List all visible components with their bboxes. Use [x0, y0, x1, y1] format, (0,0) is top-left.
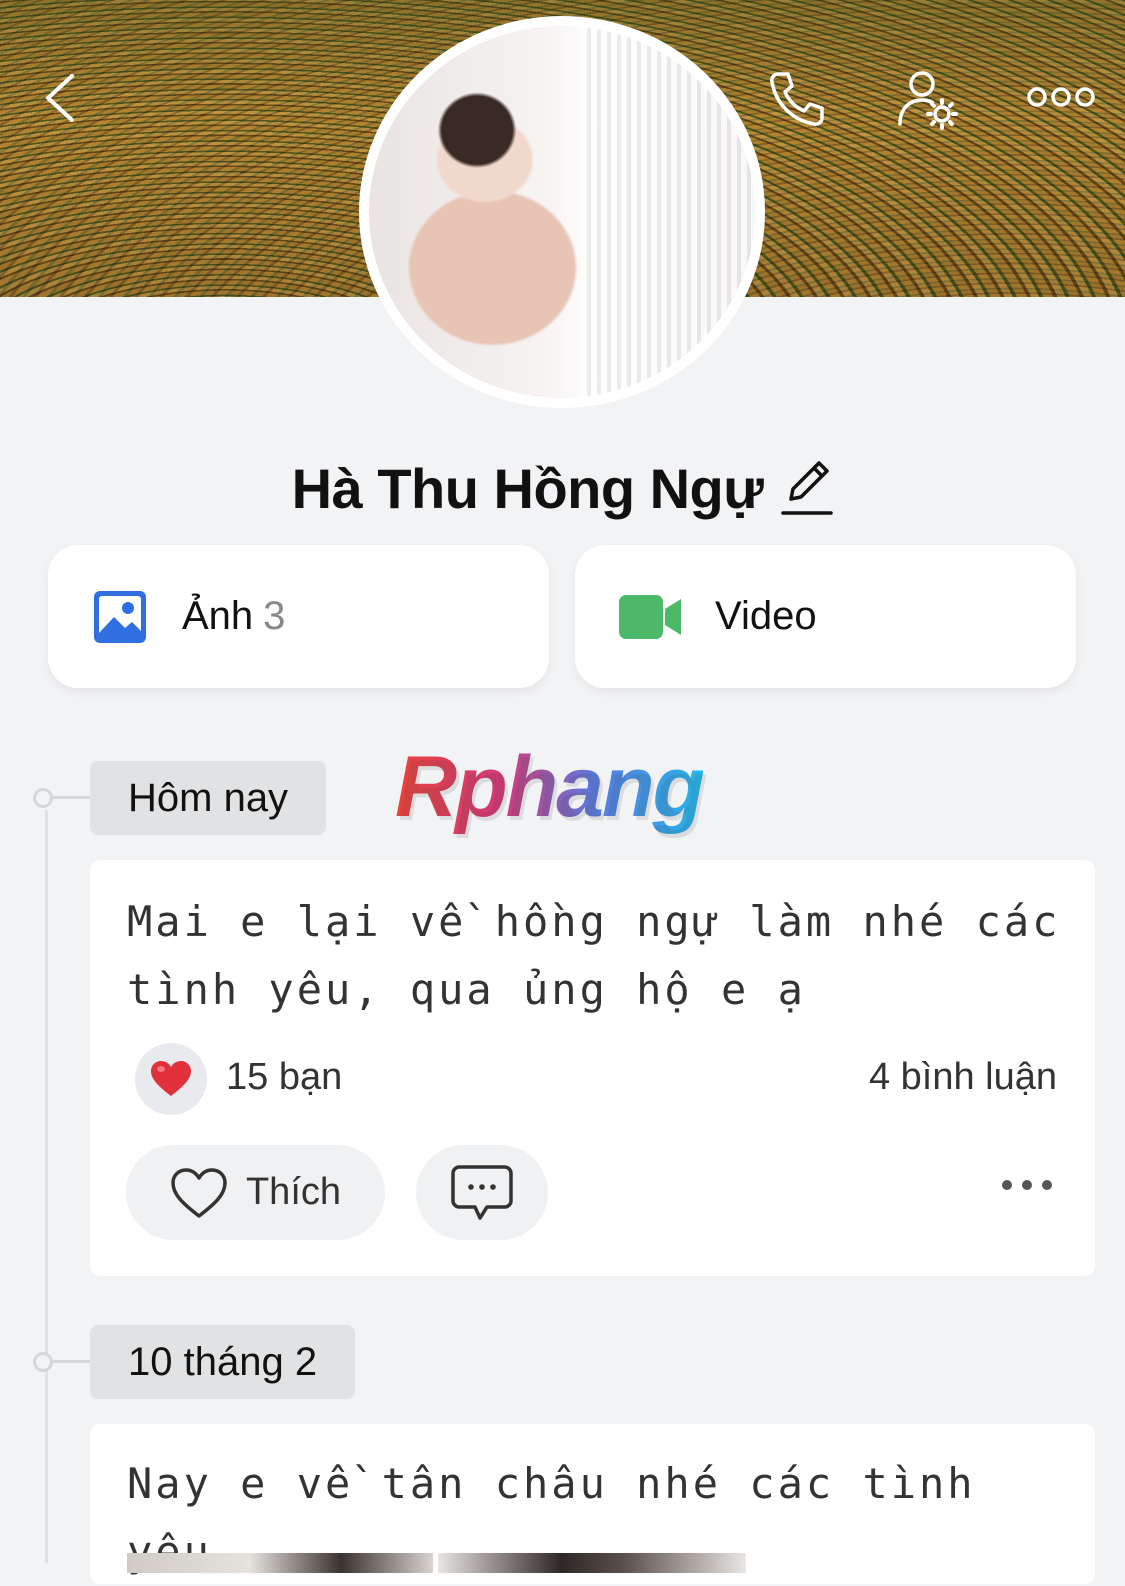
post-text: Mai e lại về hồng ngự làm nhé các tình y…: [127, 897, 1061, 1014]
phone-icon: [770, 72, 824, 126]
date-chip-feb-10: 10 tháng 2: [90, 1325, 356, 1399]
likes-count[interactable]: 15 bạn: [226, 1056, 342, 1099]
chevron-left-icon: [46, 74, 74, 122]
edit-name-button[interactable]: [781, 455, 834, 522]
profile-name-row: Hà Thu Hồng Ngự: [0, 448, 1125, 528]
post-photo[interactable]: [438, 1553, 746, 1573]
more-horizontal-icon: [1027, 87, 1095, 107]
profile-name: Hà Thu Hồng Ngự: [291, 456, 764, 520]
timeline-line: [45, 810, 48, 1563]
profile-settings-button[interactable]: [896, 66, 962, 132]
timeline-connector: [53, 796, 90, 799]
watermark-logo: Rphang: [395, 739, 705, 835]
call-button[interactable]: [764, 68, 828, 130]
reaction-badge: [135, 1043, 207, 1115]
heart-icon: [151, 1061, 191, 1096]
comment-button[interactable]: [416, 1145, 548, 1240]
date-chip-today: Hôm nay: [90, 761, 327, 835]
like-button[interactable]: Thích: [126, 1145, 385, 1240]
photos-card[interactable]: Ảnh 3: [48, 545, 549, 688]
comments-count[interactable]: 4 bình luận: [869, 1056, 1057, 1099]
post-card[interactable]: Nay e về tân châu nhé các tình yêu: [90, 1424, 1095, 1584]
videos-card[interactable]: Video: [575, 545, 1076, 688]
video-camera-icon: [619, 594, 681, 639]
post-more-button[interactable]: [1001, 1178, 1053, 1196]
post-photo[interactable]: [127, 1553, 433, 1573]
image-icon: [94, 590, 146, 643]
timeline-dot: [33, 788, 53, 808]
more-dots-icon: [1002, 1180, 1052, 1190]
profile-avatar[interactable]: [359, 16, 765, 408]
heart-outline-icon: [171, 1167, 227, 1218]
pencil-icon: [781, 460, 834, 515]
photos-label: Ảnh: [182, 594, 254, 638]
user-settings-icon: [898, 71, 958, 130]
back-button[interactable]: [40, 72, 80, 124]
comment-icon: [451, 1164, 513, 1220]
post-card[interactable]: Mai e lại về hồng ngự làm nhé các tình y…: [90, 860, 1095, 1276]
videos-label: Video: [715, 594, 817, 638]
avatar-image: [369, 26, 755, 398]
like-label: Thích: [245, 1171, 342, 1213]
timeline-connector: [53, 1360, 90, 1363]
photos-count: 3: [263, 594, 286, 638]
more-options-button[interactable]: [1026, 84, 1096, 110]
timeline-dot: [33, 1352, 53, 1372]
